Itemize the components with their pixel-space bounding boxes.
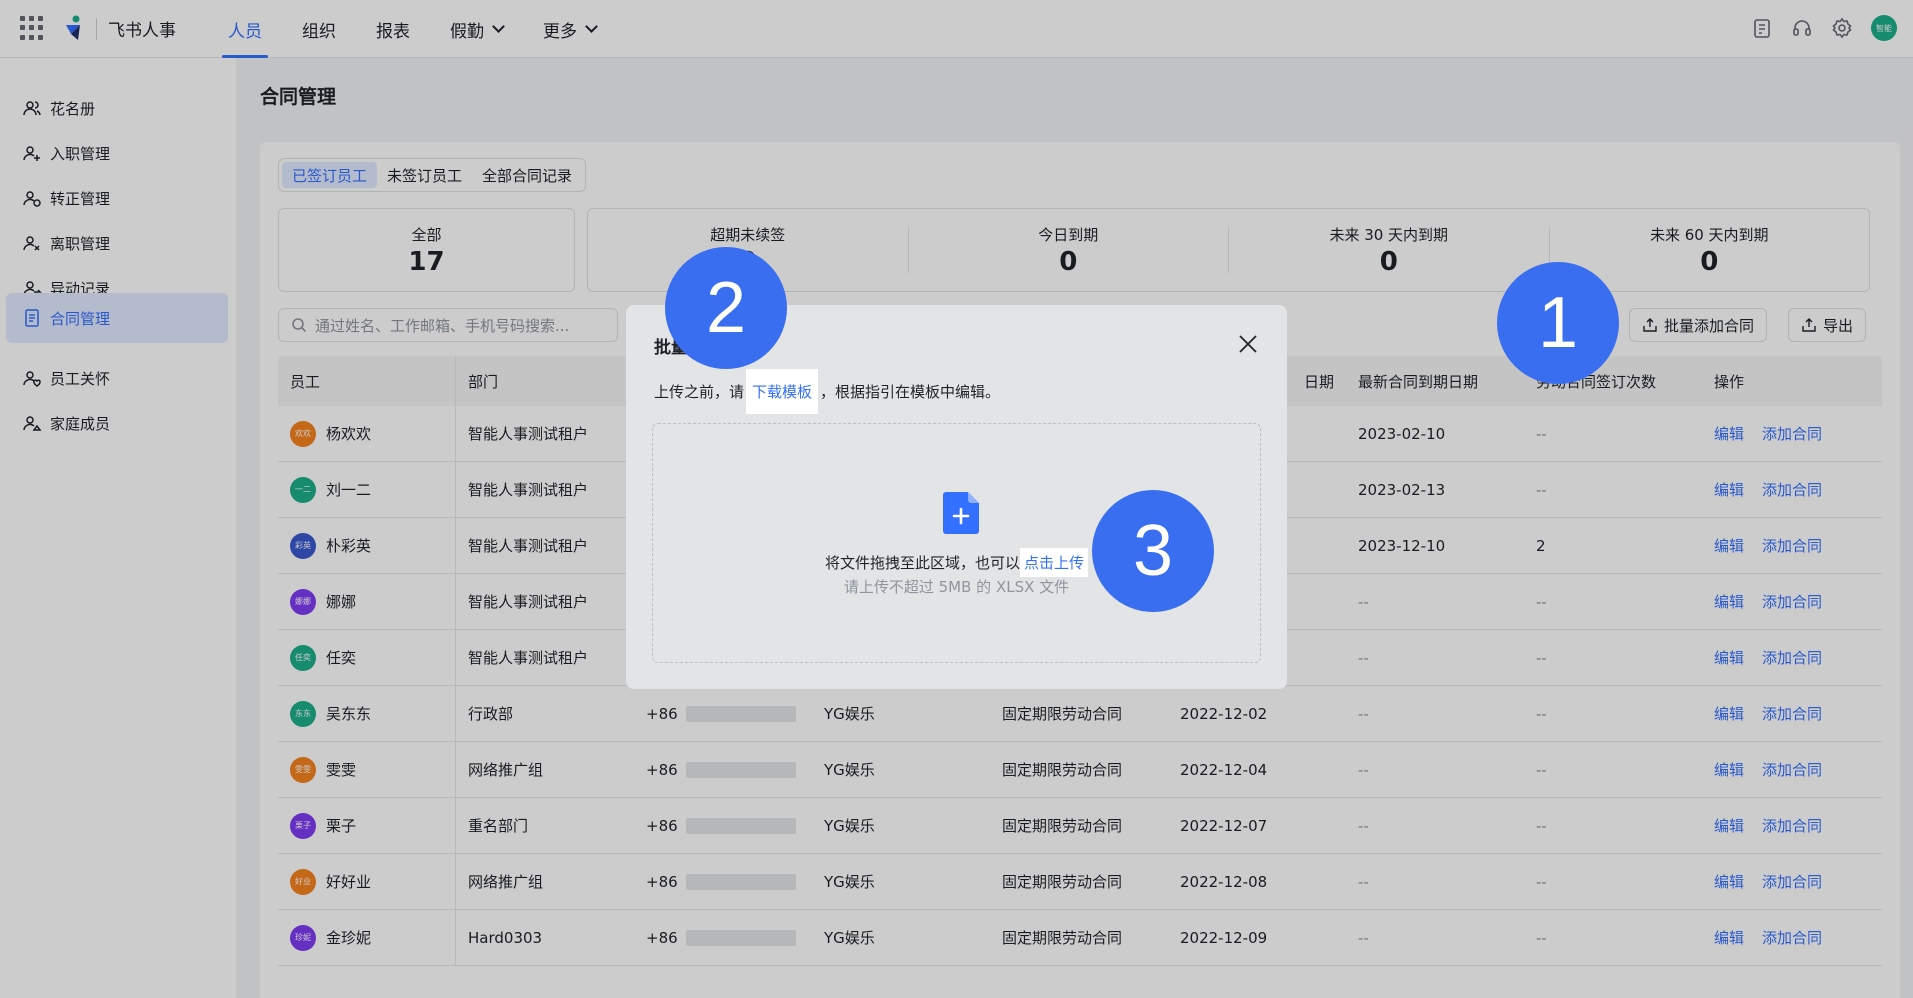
click-upload-link[interactable]: 点击上传 [1020,548,1089,577]
file-add-icon [943,492,979,534]
download-template-link[interactable]: 下载模板 [746,369,819,414]
step-badge-3: 3 [1092,490,1214,612]
step-badge-2: 2 [665,247,787,369]
step-badge-1: 1 [1497,262,1619,384]
modal-description: 上传之前，请 下载模板 ，根据指引在模板中编辑。 [654,369,1000,414]
close-icon[interactable] [1237,333,1259,355]
